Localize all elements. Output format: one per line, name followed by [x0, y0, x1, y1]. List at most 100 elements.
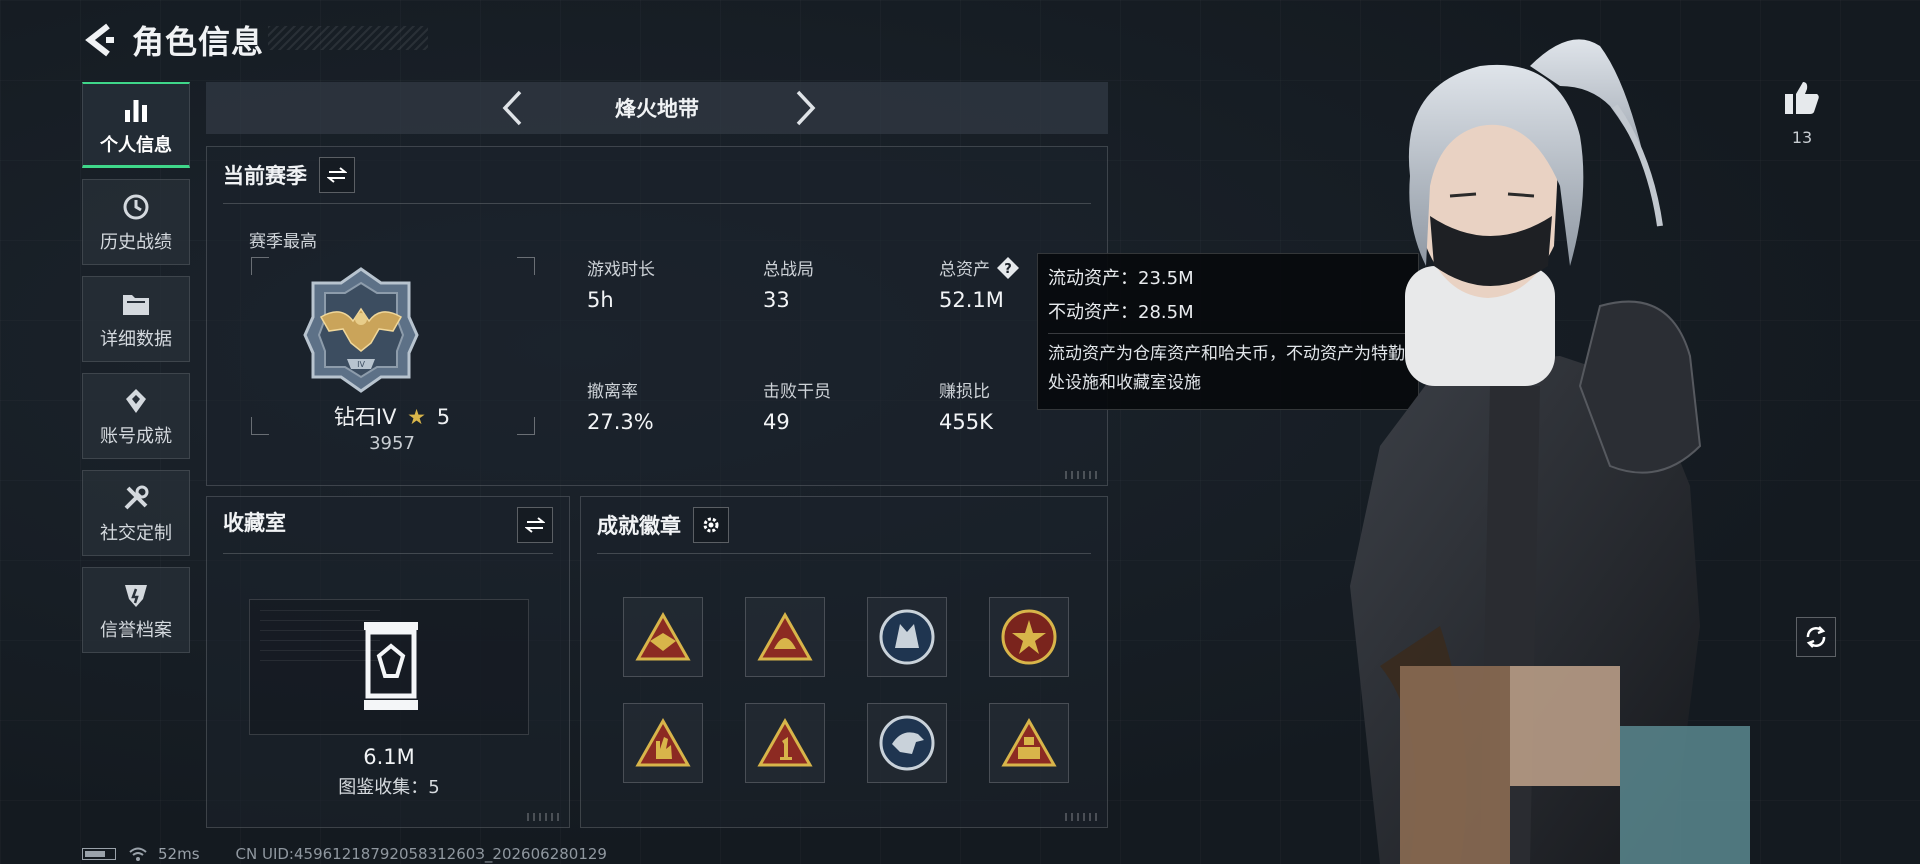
rank-line: 钻石IV ★ 5 [207, 401, 577, 431]
rank-score: 3957 [369, 433, 415, 454]
sidebar-item-label: 社交定制 [100, 523, 172, 544]
svg-text:?: ? [1004, 262, 1012, 277]
stat-label: 撤离率 [587, 382, 638, 402]
svg-text:IV: IV [357, 360, 365, 369]
mode-title: 烽火地带 [615, 97, 699, 121]
achievement-icon [119, 384, 153, 418]
sidebar: 个人信息 历史战绩 详细数据 账号成就 社交定制 信誉档案 [82, 82, 190, 664]
sidebar-item-social[interactable]: 社交定制 [82, 470, 190, 556]
sidebar-item-credit[interactable]: 信誉档案 [82, 567, 190, 653]
divider [223, 553, 553, 554]
badge-round-wolf[interactable] [867, 597, 947, 677]
refresh-button[interactable] [1796, 617, 1836, 657]
corner-decoration [1065, 813, 1099, 821]
collection-panel: 收藏室 6.1M 图鉴收集：5 [206, 496, 570, 828]
divider [597, 553, 1091, 554]
badge-triangle-eagle[interactable] [623, 597, 703, 677]
badge-panel-header: 成就徽章 [597, 507, 729, 543]
season-panel-header: 当前赛季 [223, 157, 355, 193]
season-panel: 当前赛季 赛季最高 IV 钻石IV ★ 5 3957 游戏时长 5h 总战局 3… [206, 146, 1108, 486]
stat-extract-rate: 撤离率 27.3% [587, 377, 654, 434]
back-button[interactable] [80, 18, 120, 62]
help-icon[interactable]: ? [996, 256, 1020, 280]
history-icon [119, 190, 153, 224]
stat-label: 总战局 [763, 260, 814, 280]
badge-settings-button[interactable] [693, 507, 729, 543]
stat-kills: 击败干员 49 [763, 377, 831, 434]
collection-switch-button[interactable] [517, 507, 553, 543]
swap-icon [525, 517, 545, 533]
hand-badge-icon [635, 717, 691, 767]
display-case-icon [364, 622, 418, 710]
rank-name: 钻石IV [333, 405, 397, 429]
season-switch-button[interactable] [319, 157, 355, 193]
stat-total-matches: 总战局 33 [763, 255, 814, 312]
star-icon: ★ [407, 405, 426, 429]
collection-panel-header: 收藏室 [223, 507, 286, 537]
stat-value: 49 [763, 410, 790, 434]
badge-triangle-helmet[interactable] [745, 597, 825, 677]
season-best-label: 赛季最高 [249, 232, 317, 252]
stat-label: 赚损比 [939, 382, 990, 402]
sidebar-item-history[interactable]: 历史战绩 [82, 179, 190, 265]
like-count: 13 [1791, 128, 1813, 147]
stat-value: 52.1M [939, 288, 1004, 312]
star-badge-icon [1001, 609, 1057, 665]
credit-shield-icon [119, 578, 153, 612]
season-title: 当前赛季 [223, 164, 307, 188]
badge-round-star[interactable] [989, 597, 1069, 677]
eagle-badge-icon [635, 611, 691, 661]
collection-count: 图鉴收集：5 [338, 777, 440, 798]
sidebar-item-label: 详细数据 [100, 329, 172, 350]
collection-title: 收藏室 [223, 511, 286, 535]
rank-stars: 5 [436, 405, 451, 429]
stat-label: 游戏时长 [587, 260, 655, 280]
stat-total-assets: 总资产 ? 52.1M [939, 255, 1020, 312]
wolf-badge-icon [879, 609, 935, 665]
corner-decoration [1065, 471, 1099, 479]
sidebar-item-label: 个人信息 [100, 134, 172, 156]
page-title: 角色信息 [132, 23, 265, 61]
stat-value: 455K [939, 410, 993, 434]
page-header: 角色信息 [80, 18, 264, 62]
mode-next-button[interactable] [786, 88, 826, 128]
player-uid: CN UID:4596121879205831260З_202606280129 [235, 845, 607, 863]
corner-decoration [527, 813, 561, 821]
mode-prev-button[interactable] [492, 88, 532, 128]
character-model[interactable] [1230, 26, 1750, 864]
sidebar-item-label: 信誉档案 [100, 620, 172, 641]
chevron-left-icon [502, 90, 522, 126]
badge-panel: 成就徽章 [580, 496, 1108, 828]
stat-label: 总资产 [939, 260, 990, 280]
sidebar-item-achievements[interactable]: 账号成就 [82, 373, 190, 459]
stat-value: 5h [587, 288, 614, 312]
stat-label: 击败干员 [763, 382, 831, 402]
ping-value: 52ms [158, 845, 200, 863]
status-bar: 52ms CN UID:4596121879205831260З_2026062… [82, 845, 607, 863]
badge-grid [623, 597, 1069, 783]
tower-badge-icon [1001, 717, 1057, 767]
collection-showcase[interactable] [249, 599, 529, 735]
badge-round-eagle[interactable] [867, 703, 947, 783]
sidebar-item-personal-info[interactable]: 个人信息 [82, 82, 190, 168]
like-button[interactable] [1780, 76, 1824, 120]
sidebar-item-label: 账号成就 [100, 426, 172, 447]
swap-icon [327, 167, 347, 183]
chevron-right-icon [796, 90, 816, 126]
stat-profit-ratio: 赚损比 455K [939, 377, 993, 434]
battery-icon [82, 848, 116, 860]
number-one-badge-icon [757, 717, 813, 767]
badge-triangle-tower[interactable] [989, 703, 1069, 783]
badge-triangle-hand[interactable] [623, 703, 703, 783]
helmet-badge-icon [757, 611, 813, 661]
bar-chart-icon [119, 93, 153, 127]
badge-title: 成就徽章 [597, 514, 681, 538]
title-stripe-decoration [268, 26, 428, 50]
rank-emblem-icon: IV [303, 267, 419, 393]
folder-icon [119, 287, 153, 321]
badge-triangle-one[interactable] [745, 703, 825, 783]
divider [223, 203, 1091, 204]
stat-value: 27.3% [587, 410, 654, 434]
tools-icon [119, 481, 153, 515]
sidebar-item-details[interactable]: 详细数据 [82, 276, 190, 362]
